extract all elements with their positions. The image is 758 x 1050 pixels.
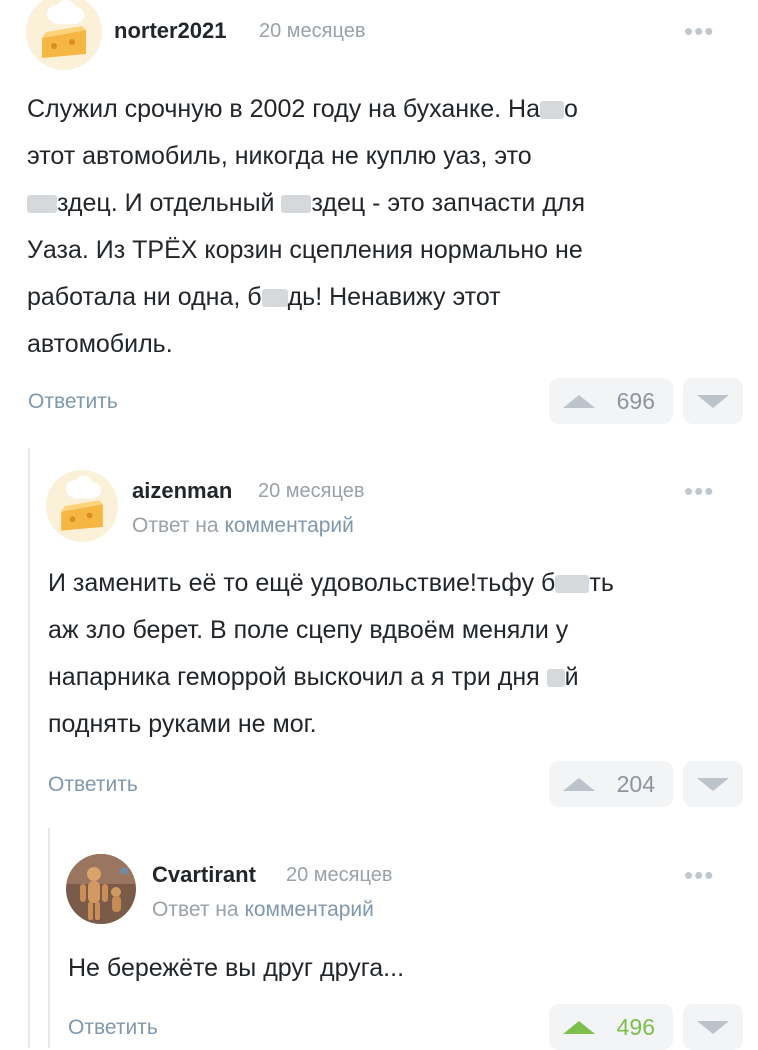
rating-count: 496 (616, 1014, 655, 1040)
comment-3: Cvartirant 20 месяцев ••• Ответ на комме… (0, 0, 758, 1050)
downvote-arrow-icon (697, 1021, 729, 1034)
author-name[interactable]: Cvartirant (152, 862, 256, 888)
wooden-figure-avatar[interactable] (66, 854, 136, 924)
reply-to-link[interactable]: комментарий (244, 898, 373, 921)
comment-time: 20 месяцев (286, 864, 393, 886)
comment-text: Не бережёте вы друг друга... (68, 945, 404, 992)
upvote-arrow-icon (563, 1021, 595, 1034)
comment-line: Не бережёте вы друг друга... (68, 954, 405, 982)
reply-to-label: Ответ на комментарий (152, 898, 374, 921)
more-dots-icon[interactable]: ••• (684, 860, 714, 891)
reply-button[interactable]: Ответить (68, 1016, 158, 1040)
downvote-button[interactable] (683, 1004, 743, 1050)
upvote-button[interactable]: 496 (549, 1004, 673, 1050)
